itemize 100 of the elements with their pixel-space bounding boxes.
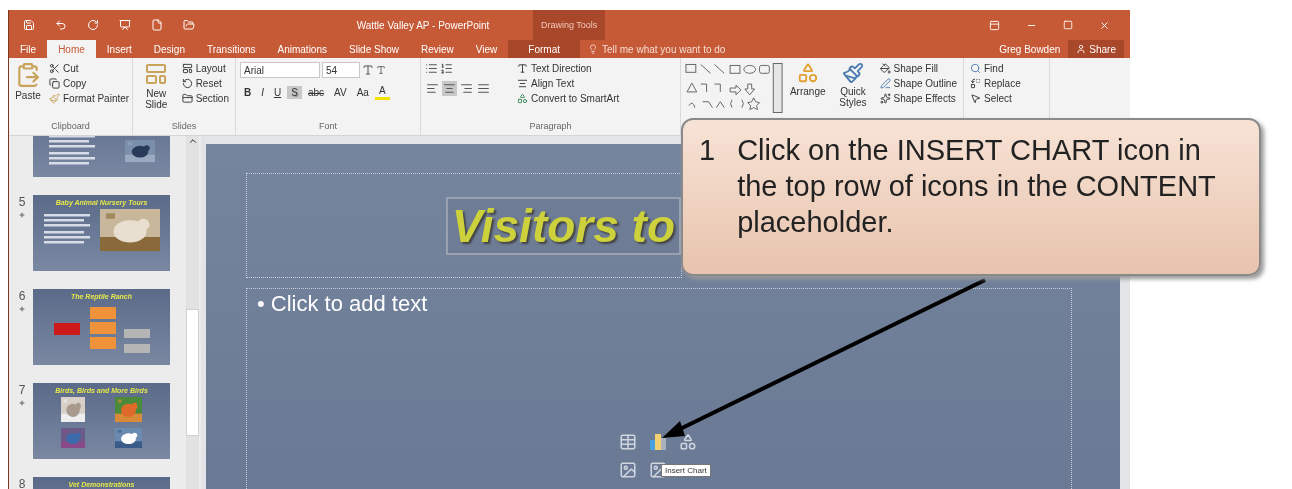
- replace-button[interactable]: Replace: [968, 77, 1023, 90]
- layout-button[interactable]: Layout: [179, 62, 231, 75]
- reset-icon: [181, 78, 193, 89]
- ribbon-tab[interactable]: File: [9, 40, 48, 58]
- numbering-icon[interactable]: [440, 62, 453, 75]
- picture-icon[interactable]: [619, 461, 637, 479]
- slide-number: 8: [18, 477, 26, 489]
- text-icon: [517, 63, 528, 74]
- font-format-button[interactable]: B: [240, 85, 256, 99]
- font-format-button[interactable]: Aa: [352, 85, 373, 99]
- slide-number: 6: [18, 289, 26, 303]
- scroll-up-icon[interactable]: [187, 136, 198, 146]
- cut-button[interactable]: Cut: [47, 62, 132, 75]
- clipboard-icon: [15, 62, 41, 88]
- group-label: Paragraph: [528, 121, 573, 133]
- smartart-icon[interactable]: [679, 433, 697, 451]
- group-label: Clipboard: [50, 121, 91, 133]
- paintbrush-icon: [49, 93, 60, 104]
- shape-outline-button[interactable]: Shape Outline: [877, 77, 959, 90]
- maximize-icon[interactable]: [1063, 20, 1073, 30]
- copy-button[interactable]: Copy: [47, 77, 132, 90]
- align-icon: [517, 78, 528, 89]
- person-icon: [1076, 44, 1087, 54]
- shape-fill-button[interactable]: Shape Fill: [877, 62, 959, 75]
- grow-font-icon[interactable]: [362, 64, 374, 76]
- undo-icon[interactable]: [55, 19, 67, 31]
- ribbon-tab[interactable]: View: [464, 40, 509, 58]
- user-name: Greg Bowden: [999, 42, 1062, 57]
- font-format-button[interactable]: I: [257, 85, 268, 99]
- font-size-field[interactable]: 54: [322, 62, 360, 78]
- font-format-button[interactable]: abc: [303, 85, 329, 99]
- transition-icon: [19, 212, 25, 218]
- ribbon-tab[interactable]: Home: [47, 40, 96, 58]
- content-placeholder[interactable]: • Click to add text Insert Chart: [246, 288, 1072, 489]
- share-button[interactable]: Share: [1068, 40, 1124, 58]
- placeholder-text: • Click to add text: [257, 291, 428, 316]
- insert-table-icon[interactable]: [619, 433, 637, 451]
- lightbulb-icon: [588, 44, 598, 54]
- align-icon[interactable]: [476, 81, 491, 96]
- align-icon[interactable]: [425, 81, 440, 96]
- bullets-icon[interactable]: [425, 62, 438, 75]
- ribbon-tab[interactable]: Review: [410, 40, 465, 58]
- font-name-field[interactable]: Arial: [240, 62, 320, 78]
- step-number: 1: [699, 133, 716, 168]
- folder-icon[interactable]: [183, 19, 195, 31]
- ribbon-display-icon[interactable]: [989, 19, 1000, 31]
- ribbon-tab[interactable]: Animations: [266, 40, 338, 58]
- paint-bucket-icon: [879, 63, 891, 74]
- paste-button[interactable]: Paste: [13, 62, 43, 101]
- pen-icon: [879, 78, 891, 89]
- slide-number: 5: [18, 195, 26, 209]
- shapes-icon: [796, 62, 819, 84]
- folder-icon: [181, 93, 193, 104]
- ribbon-tab[interactable]: Slide Show: [338, 40, 410, 58]
- close-icon[interactable]: [1099, 19, 1110, 31]
- layout-icon: [181, 63, 193, 74]
- quick-styles-button[interactable]: Quick Styles: [832, 62, 874, 108]
- text-direction-button[interactable]: Text Direction: [515, 62, 622, 75]
- smartart-button[interactable]: Convert to SmartArt: [515, 92, 622, 105]
- replace-icon: [970, 78, 981, 89]
- section-button[interactable]: Section: [179, 92, 231, 105]
- slideshow-icon[interactable]: [119, 19, 131, 31]
- ribbon-tab[interactable]: Format: [508, 40, 580, 58]
- save-icon[interactable]: [23, 19, 35, 31]
- shape-effects-button[interactable]: Shape Effects: [877, 92, 959, 105]
- font-format-button[interactable]: A: [374, 84, 390, 100]
- thumbnail-text-drawing: [43, 214, 90, 246]
- group-label: Slides: [170, 121, 198, 133]
- contextual-title: Drawing Tools: [533, 10, 606, 40]
- find-button[interactable]: Find: [968, 62, 1023, 75]
- insert-chart-icon[interactable]: [649, 433, 667, 451]
- transition-icon: [19, 400, 25, 406]
- group-label: Font: [318, 121, 338, 133]
- format-painter-button[interactable]: Format Painter: [47, 92, 132, 105]
- ribbon-tab[interactable]: Design: [142, 40, 196, 58]
- font-format-button[interactable]: AV: [330, 85, 351, 99]
- select-button[interactable]: Select: [968, 92, 1023, 105]
- shrink-font-icon[interactable]: [376, 65, 386, 75]
- font-format-button[interactable]: U: [270, 85, 286, 99]
- ribbon-tab[interactable]: Transitions: [195, 40, 267, 58]
- reset-button[interactable]: Reset: [179, 77, 231, 90]
- search-icon: [970, 63, 981, 74]
- window-title: Wattle Valley AP - PowerPoint: [355, 19, 491, 31]
- slide-number: 7: [18, 383, 26, 397]
- align-icon[interactable]: [442, 81, 457, 96]
- new-file-icon[interactable]: [151, 19, 163, 31]
- tooltip: Insert Chart: [661, 464, 711, 477]
- new-slide-button[interactable]: New Slide: [137, 62, 176, 110]
- font-format-button[interactable]: S: [287, 85, 302, 99]
- align-text-button[interactable]: Align Text: [515, 77, 622, 90]
- redo-icon[interactable]: [87, 19, 99, 31]
- copy-icon: [49, 78, 60, 89]
- align-icon[interactable]: [459, 81, 474, 96]
- scrollbar-thumb[interactable]: [186, 309, 199, 436]
- paintbrush-icon: [841, 62, 864, 84]
- arrange-button[interactable]: Arrange: [787, 62, 829, 97]
- ribbon-tab[interactable]: Insert: [95, 40, 143, 58]
- thumbnail-text-drawing: [48, 136, 95, 167]
- shapes-gallery[interactable]: [685, 62, 784, 114]
- scissors-icon: [49, 63, 60, 74]
